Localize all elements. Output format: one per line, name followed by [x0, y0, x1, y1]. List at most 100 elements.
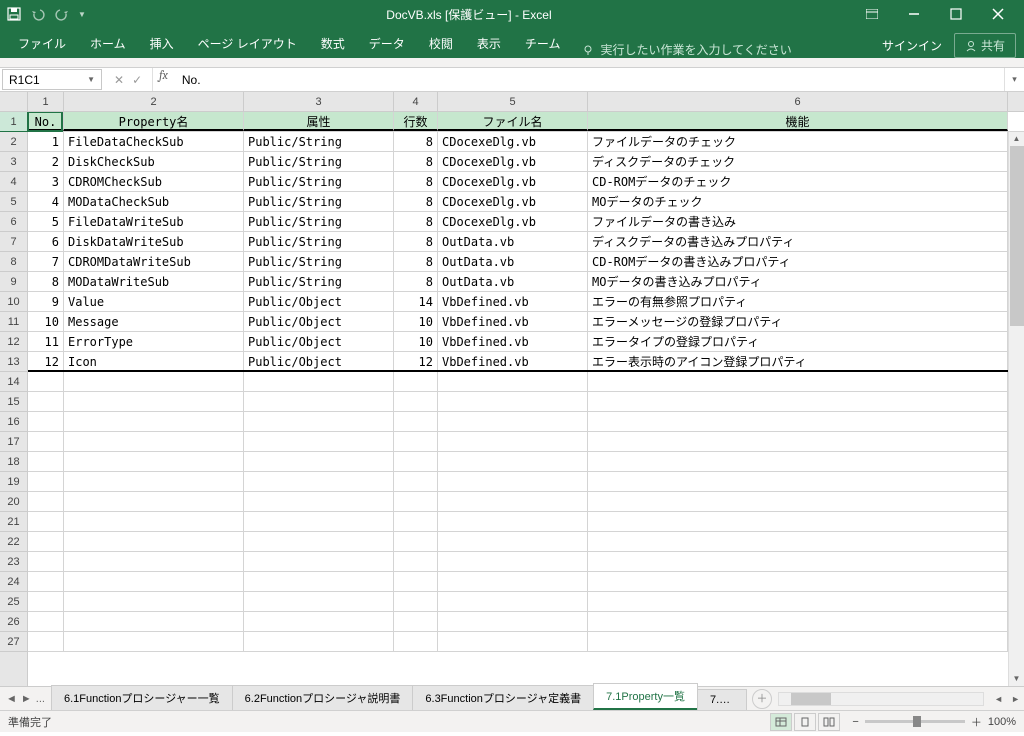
cell[interactable]	[244, 432, 394, 451]
cell[interactable]: CDROMDataWriteSub	[64, 252, 244, 271]
cell[interactable]	[394, 632, 438, 651]
cell[interactable]: Value	[64, 292, 244, 311]
cell[interactable]	[244, 492, 394, 511]
ribbon-tab[interactable]: ファイル	[8, 29, 76, 58]
cell[interactable]	[244, 552, 394, 571]
ribbon-tab[interactable]: 校閲	[419, 29, 463, 58]
cell[interactable]: CD-ROMデータのチェック	[588, 172, 1008, 191]
cell[interactable]	[438, 492, 588, 511]
cell[interactable]: 機能	[588, 112, 1008, 131]
fx-icon[interactable]: fx	[153, 68, 174, 91]
cell[interactable]	[244, 592, 394, 611]
sheet-nav[interactable]: ◄ ► ...	[0, 693, 51, 705]
row-header[interactable]: 16	[0, 412, 27, 432]
cell[interactable]: OutData.vb	[438, 252, 588, 271]
qat-dropdown-icon[interactable]: ▼	[78, 10, 86, 19]
row-header[interactable]: 7	[0, 232, 27, 252]
row-header[interactable]: 14	[0, 372, 27, 392]
table-row[interactable]	[28, 632, 1024, 652]
minimize-button[interactable]	[894, 0, 934, 28]
cell[interactable]: 10	[28, 312, 64, 331]
table-row[interactable]: No.Property名属性行数ファイル名機能	[28, 112, 1024, 132]
scroll-up-icon[interactable]: ▲	[1009, 132, 1024, 146]
cell[interactable]	[244, 372, 394, 391]
cell[interactable]	[438, 372, 588, 391]
cell[interactable]	[394, 392, 438, 411]
ribbon-tab[interactable]: 数式	[311, 29, 355, 58]
horizontal-scrollbar[interactable]	[778, 692, 984, 706]
cell[interactable]: エラーメッセージの登録プロパティ	[588, 312, 1008, 331]
cell[interactable]: CDROMCheckSub	[64, 172, 244, 191]
cell[interactable]: Public/String	[244, 212, 394, 231]
cell[interactable]	[588, 452, 1008, 471]
cell[interactable]: ディスクデータの書き込みプロパティ	[588, 232, 1008, 251]
ribbon-display-icon[interactable]	[852, 0, 892, 28]
cell[interactable]: 8	[394, 252, 438, 271]
cell[interactable]	[64, 392, 244, 411]
cell[interactable]	[438, 532, 588, 551]
cell[interactable]: 12	[394, 352, 438, 370]
table-row[interactable]	[28, 492, 1024, 512]
row-header[interactable]: 15	[0, 392, 27, 412]
ribbon-tab[interactable]: ホーム	[80, 29, 136, 58]
cell[interactable]	[244, 412, 394, 431]
cell[interactable]	[64, 592, 244, 611]
column-header[interactable]: 4	[394, 92, 438, 111]
cell[interactable]: Message	[64, 312, 244, 331]
cell[interactable]: Public/Object	[244, 312, 394, 331]
cell[interactable]: FileDataCheckSub	[64, 132, 244, 151]
cell[interactable]: 属性	[244, 112, 394, 131]
hscroll-left-icon[interactable]: ◄	[990, 694, 1007, 704]
redo-icon[interactable]	[54, 6, 70, 22]
row-header[interactable]: 2	[0, 132, 27, 152]
row-header[interactable]: 11	[0, 312, 27, 332]
cell[interactable]: Public/String	[244, 152, 394, 171]
cell[interactable]: 8	[394, 192, 438, 211]
cell[interactable]: 10	[394, 312, 438, 331]
cell[interactable]: 8	[394, 232, 438, 251]
cell[interactable]	[28, 532, 64, 551]
cell[interactable]: 14	[394, 292, 438, 311]
cell[interactable]	[588, 592, 1008, 611]
cell[interactable]: Public/String	[244, 132, 394, 151]
cell[interactable]	[588, 552, 1008, 571]
cell[interactable]	[588, 632, 1008, 651]
tell-me-search[interactable]: 実行したい作業を入力してください	[582, 41, 791, 58]
cell[interactable]	[394, 472, 438, 491]
column-header[interactable]: 2	[64, 92, 244, 111]
cell[interactable]: CD-ROMデータの書き込みプロパティ	[588, 252, 1008, 271]
ribbon-tab[interactable]: 挿入	[140, 29, 184, 58]
cell[interactable]	[64, 532, 244, 551]
cell[interactable]	[28, 632, 64, 651]
cell[interactable]: 12	[28, 352, 64, 370]
cell[interactable]	[438, 612, 588, 631]
sheet-nav-prev-icon[interactable]: ◄	[6, 693, 17, 705]
table-row[interactable]	[28, 532, 1024, 552]
scroll-thumb[interactable]	[1010, 146, 1024, 326]
share-button[interactable]: 共有	[954, 33, 1016, 58]
cell[interactable]: DiskCheckSub	[64, 152, 244, 171]
cells-area[interactable]: No.Property名属性行数ファイル名機能1FileDataCheckSub…	[28, 112, 1024, 686]
cell[interactable]: 8	[394, 132, 438, 151]
cell[interactable]: Public/String	[244, 172, 394, 191]
hscroll-right-icon[interactable]: ►	[1007, 694, 1024, 704]
column-header[interactable]: 1	[28, 92, 64, 111]
cell[interactable]	[588, 512, 1008, 531]
row-header[interactable]: 5	[0, 192, 27, 212]
cell[interactable]: VbDefined.vb	[438, 332, 588, 351]
cell[interactable]	[438, 432, 588, 451]
cell[interactable]: 8	[394, 272, 438, 291]
table-row[interactable]	[28, 432, 1024, 452]
cell[interactable]	[64, 552, 244, 571]
cell[interactable]: VbDefined.vb	[438, 292, 588, 311]
row-header[interactable]: 23	[0, 552, 27, 572]
table-row[interactable]: 12IconPublic/Object12VbDefined.vbエラー表示時の…	[28, 352, 1024, 372]
zoom-control[interactable]: − ＋ 100%	[852, 714, 1016, 730]
cell[interactable]	[244, 512, 394, 531]
table-row[interactable]	[28, 592, 1024, 612]
row-header[interactable]: 4	[0, 172, 27, 192]
cell[interactable]: DiskDataWriteSub	[64, 232, 244, 251]
table-row[interactable]: 4MODataCheckSubPublic/String8CDocexeDlg.…	[28, 192, 1024, 212]
row-header[interactable]: 17	[0, 432, 27, 452]
cell[interactable]	[438, 392, 588, 411]
